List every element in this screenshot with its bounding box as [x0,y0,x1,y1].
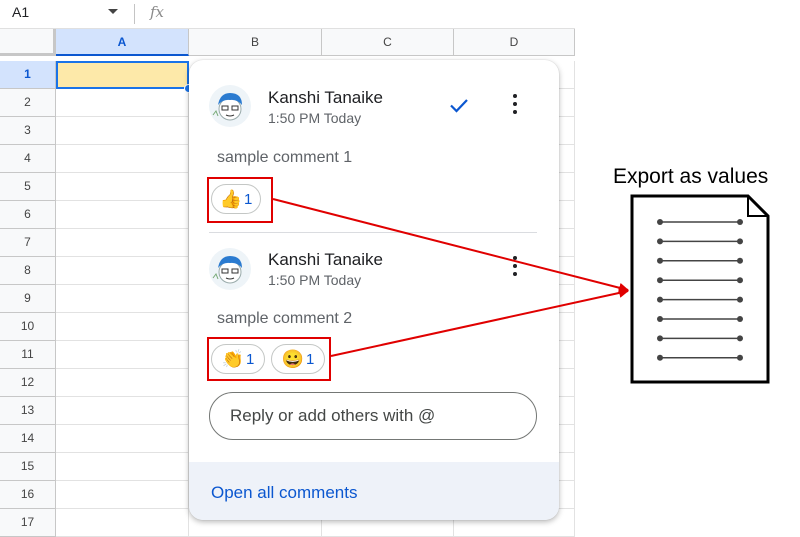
doc-dot [737,277,743,284]
arrow [272,198,629,293]
doc-dot [737,219,743,225]
doc-dot [737,354,743,361]
doc-dot [737,316,743,322]
doc-dot [737,257,743,264]
doc-dot [657,316,663,322]
doc-dot [737,238,743,245]
arrow [330,288,629,357]
doc-dot [737,335,743,342]
doc-dot [657,335,663,342]
doc-dot [657,277,663,284]
doc-dot [737,296,743,303]
doc-dot [657,354,663,361]
document-icon [630,194,770,384]
doc-dot [657,257,663,264]
annotation-overlay [272,194,770,384]
doc-dot [657,238,663,245]
doc-dot [657,219,663,225]
doc-dot [657,296,663,303]
